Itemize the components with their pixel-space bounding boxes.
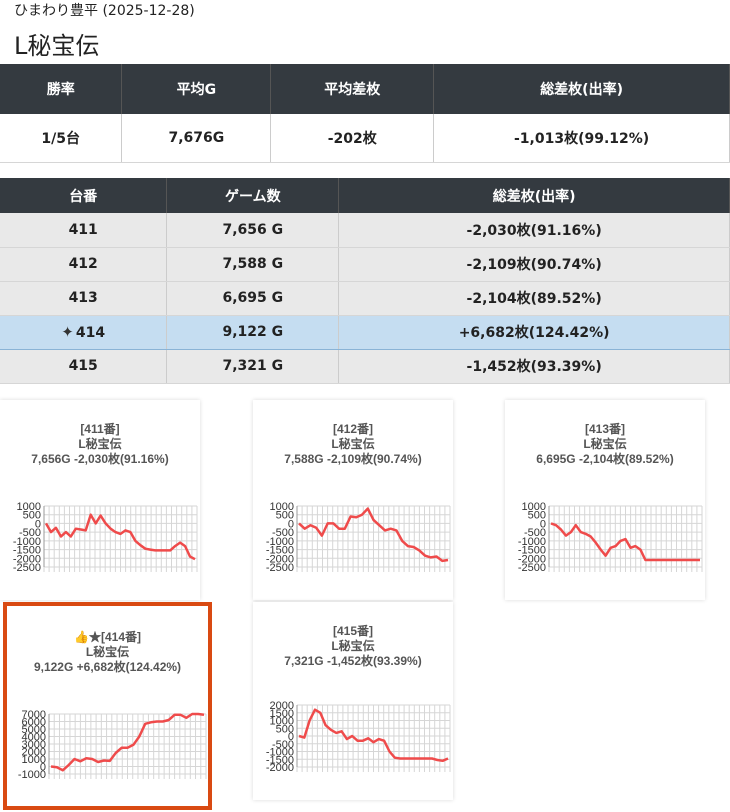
machine-number: 415 [0, 349, 168, 384]
breadcrumb: ひまわり豊平 (2025-12-28) [14, 3, 195, 19]
y-tick-label: -1000 [18, 769, 46, 781]
machine-number-text: 414 [75, 325, 106, 341]
page-title: L秘宝伝 [14, 32, 100, 60]
chart-card-414[interactable]: 👍★[414番] L秘宝伝 9,122G +6,682枚(124.42%) 7000 6… [3, 602, 212, 810]
table-row[interactable]: 411 7,656 G -2,030枚(91.16%) [0, 213, 730, 248]
table-row-highlighted[interactable]: ✦ 414 9,122 G +6,682枚(124.42%) [0, 314, 730, 350]
y-tick-label: -2500 [518, 562, 546, 574]
machine-number-header: 台番 [0, 178, 168, 213]
line-chart: 2000150010005000-500-1000-1500-2000 [266, 700, 451, 774]
avg-games-header: 平均G [121, 64, 272, 114]
machine-number: 411 [0, 213, 168, 248]
game-count: 9,122 G [166, 314, 340, 350]
game-count-header: ゲーム数 [166, 178, 340, 213]
summary-row: 1/5台 7,676G -202枚 -1,013枚(99.12%) [0, 114, 730, 163]
y-tick-label: -2500 [13, 562, 41, 574]
avg-diff-value: -202枚 [270, 114, 435, 163]
total-diff-header: 総差枚(出率) [433, 64, 730, 114]
total-diff: -2,109枚(90.74%) [338, 247, 730, 282]
game-count: 6,695 G [166, 281, 340, 316]
summary-table: 勝率 平均G 平均差枚 総差枚(出率) 1/5台 7,676G -202枚 -1… [0, 64, 730, 163]
chart-card-413[interactable]: [413番] L秘宝伝 6,695G -2,104枚(89.52%) 1000 500 0… [505, 400, 705, 600]
line-chart: 10005000-500-1000-1500-2000-2500 [518, 501, 703, 574]
chart-card-415[interactable]: [415番] L秘宝伝 7,321G -1,452枚(93.39%) 2000 1500… [253, 602, 453, 800]
table-row[interactable]: 413 6,695 G -2,104枚(89.52%) [0, 281, 730, 316]
machine-number: 412 [0, 247, 168, 282]
game-count: 7,588 G [166, 247, 340, 282]
sparkle-icon: ✦ [61, 323, 74, 341]
machine-number: ✦ 414 [0, 314, 168, 350]
win-rate-header: 勝率 [0, 64, 123, 114]
total-diff-header: 総差枚(出率) [338, 178, 730, 213]
total-diff: -2,030枚(91.16%) [338, 213, 730, 248]
total-diff: +6,682枚(124.42%) [338, 314, 730, 350]
total-diff: -1,452枚(93.39%) [338, 349, 730, 384]
machine-table: 台番 ゲーム数 総差枚(出率) 411 7,656 G -2,030枚(91.1… [0, 178, 730, 384]
line-chart: 70006000500040003000200010000-1000 [18, 709, 207, 781]
chart-card-411[interactable]: [411番] L秘宝伝 7,656G -2,030枚(91.16%) 1000 500 0… [0, 400, 200, 600]
game-count: 7,656 G [166, 213, 340, 248]
machine-number: 413 [0, 281, 168, 316]
win-rate-value: 1/5台 [0, 114, 123, 163]
total-diff-value: -1,013枚(99.12%) [433, 114, 730, 163]
line-chart: 10005000-500-1000-1500-2000-2500 [13, 501, 198, 574]
chart-card-412[interactable]: [412番] L秘宝伝 7,588G -2,109枚(90.74%) 1000 500 0… [253, 400, 453, 600]
y-tick-label: -2500 [266, 562, 294, 574]
table-row[interactable]: 415 7,321 G -1,452枚(93.39%) [0, 349, 730, 384]
avg-games-value: 7,676G [121, 114, 272, 163]
avg-diff-header: 平均差枚 [270, 64, 435, 114]
game-count: 7,321 G [166, 349, 340, 384]
table-row[interactable]: 412 7,588 G -2,109枚(90.74%) [0, 247, 730, 282]
line-chart: 10005000-500-1000-1500-2000-2500 [266, 501, 451, 574]
y-tick-label: -2000 [266, 762, 294, 774]
total-diff: -2,104枚(89.52%) [338, 281, 730, 316]
